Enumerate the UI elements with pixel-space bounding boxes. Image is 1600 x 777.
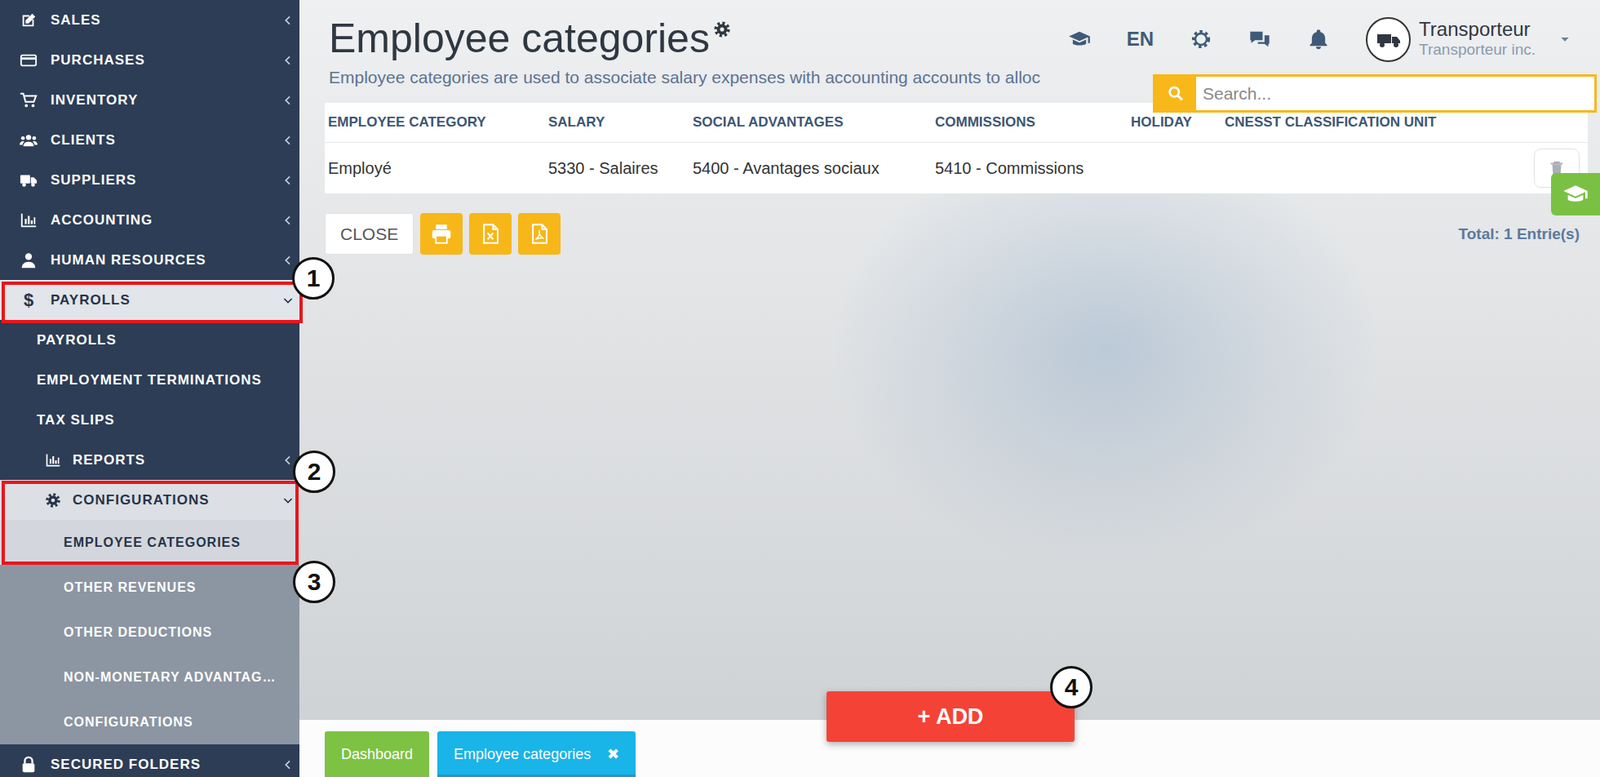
sidebar-subitem[interactable]: EMPLOYMENT TERMINATIONS (0, 359, 300, 400)
sidebar-item[interactable]: ACCOUNTING (0, 199, 300, 240)
bell-icon (1307, 27, 1330, 51)
sidebar-item[interactable]: CLIENTS (0, 119, 300, 160)
sidebar-item[interactable]: PURCHASES (0, 39, 300, 80)
sidebar-item[interactable]: INVENTORY (0, 79, 300, 120)
sidebar-submenu: PAYROLLSEMPLOYMENT TERMINATIONSTAX SLIPS… (0, 319, 300, 745)
chevron-icon (281, 453, 295, 467)
open-tab[interactable]: Dashboard (324, 731, 430, 777)
sidebar-subitem[interactable]: TAX SLIPS (0, 399, 300, 440)
highlight-box (1, 480, 299, 565)
sidebar-item[interactable]: SECURED FOLDERS (0, 744, 300, 777)
chevron-icon (281, 133, 295, 147)
search-input[interactable] (1196, 76, 1595, 111)
graduation-cap-icon (1562, 181, 1589, 208)
chevron-icon (281, 213, 295, 227)
table-cell: 5400 - Avantages sociaux (689, 159, 932, 178)
settings-icon (1189, 27, 1213, 51)
column-header[interactable]: SOCIAL ADVANTAGES (689, 114, 932, 131)
edit-icon (19, 11, 38, 30)
sidebar: SALES PURCHASES INVENTORY CLIENTS SUPPLI… (0, 0, 300, 777)
settings-button[interactable] (1189, 27, 1213, 51)
chevron-icon (281, 173, 295, 187)
print-icon (429, 222, 453, 245)
sidebar-item[interactable]: $ PAYROLLS (0, 279, 300, 320)
caret-down-icon (1558, 32, 1572, 46)
total-count: Total: 1 Entrie(s) (1458, 225, 1581, 244)
column-header[interactable]: COMMISSIONS (931, 114, 1128, 131)
chevron-icon (281, 53, 295, 67)
search-field (1152, 74, 1597, 113)
chat-button[interactable] (1248, 27, 1272, 51)
graduation-cap-icon (1068, 27, 1091, 51)
step-marker: 2 (292, 450, 336, 493)
credit-card-icon (19, 51, 38, 70)
language-switch[interactable]: EN (1126, 27, 1154, 51)
table-cell: Employé (324, 159, 546, 178)
column-header[interactable]: SALARY (545, 114, 690, 131)
chevron-icon (281, 293, 295, 307)
step-marker: 4 (1050, 665, 1093, 709)
gear-icon (44, 491, 62, 509)
truck-logo-icon (1372, 22, 1405, 56)
app-window: SALES PURCHASES INVENTORY CLIENTS SUPPLI… (0, 0, 1600, 777)
sidebar-item[interactable]: HUMAN RESOURCES (0, 239, 300, 280)
sidebar-subitem[interactable]: PAYROLLS (0, 319, 300, 360)
cart-icon (19, 91, 38, 110)
sidebar-subsubmenu: EMPLOYEE CATEGORIESOTHER REVENUESOTHER D… (0, 519, 300, 745)
sidebar-item[interactable]: SUPPLIERS (0, 159, 300, 200)
table-row[interactable]: Employé5330 - Salaires5400 - Avantages s… (324, 142, 1588, 194)
column-header[interactable]: HOLIDAY (1127, 114, 1222, 131)
add-button[interactable]: + ADD (826, 691, 1075, 742)
sidebar-subsubitem[interactable]: NON-MONETARY ADVANTAG… (0, 654, 300, 700)
lock-icon (19, 755, 38, 774)
excel-button[interactable] (469, 212, 512, 255)
sidebar-subsubitem[interactable]: EMPLOYEE CATEGORIES (0, 519, 300, 565)
users-icon (19, 131, 38, 150)
topbar: EN Transporteur Transporteur inc. (1068, 17, 1572, 63)
search-button[interactable] (1155, 76, 1197, 111)
open-tab[interactable]: Employee categories ✖ (437, 731, 636, 777)
highlight-box (1, 281, 303, 324)
bar-chart-icon (19, 211, 38, 230)
actions-bar: CLOSE Total: 1 Entrie(s) (324, 212, 1588, 255)
page-title: Employee categories (328, 15, 710, 63)
chevron-icon (281, 253, 295, 267)
table-cell: 5330 - Salaires (545, 159, 690, 178)
step-marker: 1 (292, 257, 335, 300)
user-menu[interactable]: Transporteur Transporteur inc. (1365, 17, 1572, 63)
sidebar-subsubitem[interactable]: OTHER REVENUES (0, 564, 300, 610)
sidebar-subsubitem[interactable]: OTHER DEDUCTIONS (0, 609, 300, 655)
close-tab-button[interactable]: ✖ (607, 744, 620, 763)
chevron-icon (281, 493, 295, 507)
help-button[interactable] (1068, 27, 1091, 51)
notifications-button[interactable] (1307, 27, 1330, 51)
step-marker: 3 (292, 560, 336, 603)
excel-file-icon (478, 222, 502, 245)
main-content: Employee categories EN Transporteur Tran… (299, 0, 1600, 777)
chevron-icon (281, 13, 295, 27)
bar-chart-icon (44, 452, 62, 469)
column-header[interactable]: EMPLOYEE CATEGORY (324, 114, 546, 131)
help-tab[interactable] (1551, 172, 1600, 216)
column-header[interactable]: CNESST CLASSIFICATION UNIT (1221, 114, 1526, 131)
truck-icon (19, 171, 38, 190)
dollar-icon: $ (23, 291, 34, 310)
pdf-button[interactable] (518, 212, 561, 255)
print-button[interactable] (420, 212, 463, 255)
gear-icon (713, 20, 732, 39)
categories-table: EMPLOYEE CATEGORYSALARYSOCIAL ADVANTAGES… (324, 102, 1588, 194)
sidebar-item[interactable]: SALES (0, 0, 300, 40)
search-icon (1163, 84, 1188, 102)
chat-icon (1248, 27, 1272, 51)
user-icon (19, 251, 38, 270)
chevron-icon (281, 757, 295, 772)
pdf-file-icon (527, 222, 551, 245)
sidebar-subsubitem[interactable]: CONFIGURATIONS (0, 699, 300, 745)
close-button[interactable]: CLOSE (324, 212, 414, 255)
sidebar-subgroup[interactable]: REPORTS (0, 439, 300, 480)
chevron-icon (281, 93, 295, 107)
sidebar-subgroup[interactable]: CONFIGURATIONS (0, 479, 300, 520)
company-logo (1365, 17, 1411, 63)
table-cell: 5410 - Commissions (931, 159, 1128, 178)
